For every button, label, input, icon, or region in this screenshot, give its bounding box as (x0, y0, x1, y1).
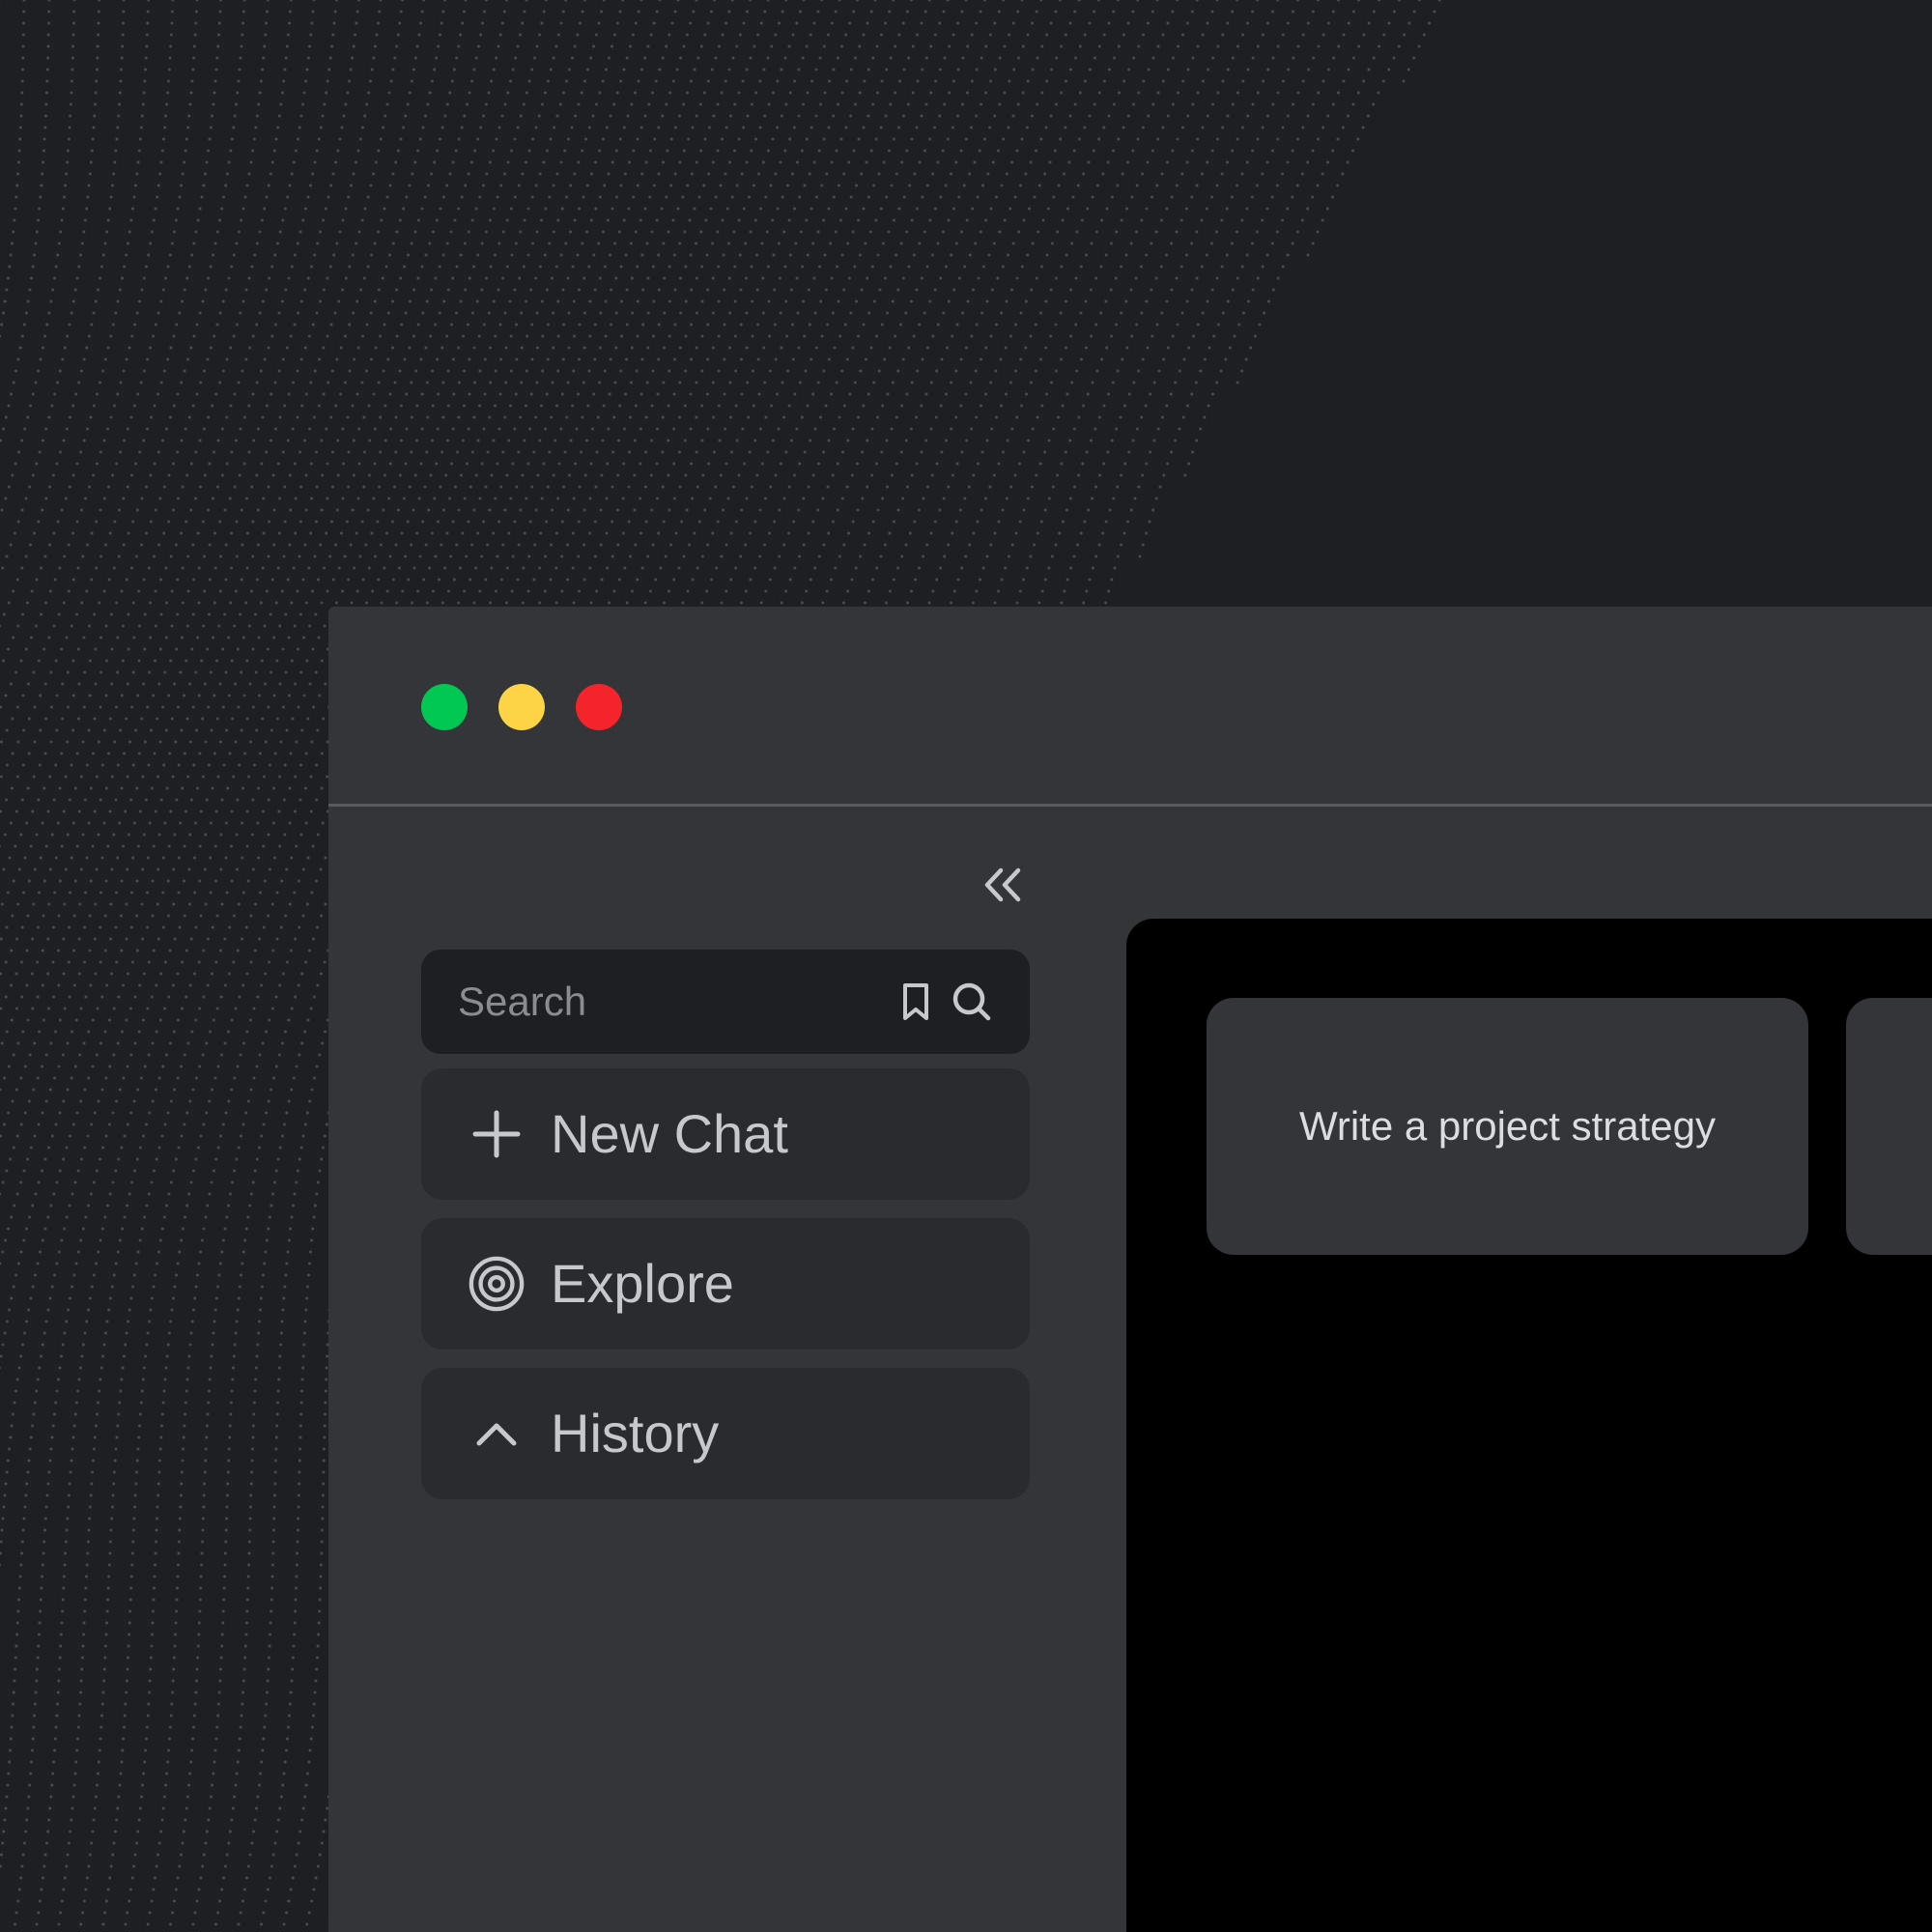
double-chevron-left-icon (984, 867, 1021, 902)
search-input[interactable] (458, 950, 883, 1054)
titlebar-divider (328, 804, 1932, 807)
target-icon (468, 1255, 526, 1313)
window-minimize-button[interactable] (498, 684, 545, 730)
chevron-up-icon (468, 1405, 526, 1463)
app-window: New Chat Explore History Write a (328, 607, 1932, 1932)
sidebar-item-label: History (551, 1403, 720, 1463)
bookmark-icon[interactable] (893, 979, 939, 1025)
chat-main-area: Write a project strategy (1126, 919, 1932, 1932)
window-maximize-button[interactable] (421, 684, 468, 730)
sidebar-item-explore[interactable]: Explore (421, 1218, 1030, 1350)
sidebar-item-label: Explore (551, 1253, 734, 1314)
suggestion-card[interactable]: Write a project strategy (1207, 998, 1808, 1255)
search-icon[interactable] (949, 979, 995, 1025)
sidebar-item-new-chat[interactable]: New Chat (421, 1068, 1030, 1200)
window-titlebar (328, 607, 1932, 804)
suggestion-text: Write a project strategy (1298, 1103, 1717, 1149)
search-bar (421, 950, 1030, 1054)
suggestion-card[interactable] (1846, 998, 1932, 1255)
collapse-sidebar-button[interactable] (978, 860, 1028, 910)
sidebar-item-history[interactable]: History (421, 1368, 1030, 1499)
window-close-button[interactable] (576, 684, 622, 730)
desktop: New Chat Explore History Write a (0, 0, 1932, 1932)
sidebar-item-label: New Chat (551, 1103, 788, 1164)
plus-icon (468, 1105, 526, 1163)
